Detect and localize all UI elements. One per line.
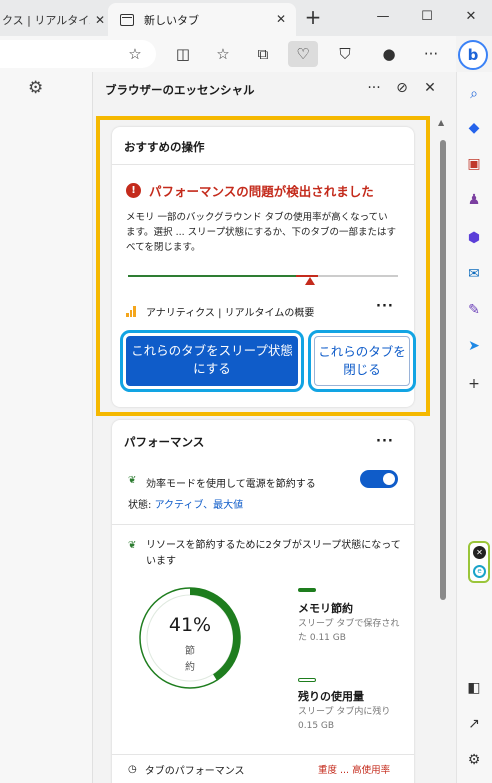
efficiency-status: 状態: アクティブ、最大値	[128, 496, 243, 511]
games-icon[interactable]: ♟	[464, 190, 484, 210]
status-value-link[interactable]: アクティブ、最大値	[155, 500, 244, 511]
remaining-usage-title: 残りの使用量	[298, 690, 364, 703]
new-tab-button[interactable]: +	[301, 6, 325, 30]
tab-performance-label: タブのパフォーマンス	[144, 766, 245, 777]
panel-more-icon[interactable]: ···	[365, 80, 383, 96]
telegram-send-icon[interactable]: ➤	[464, 336, 484, 356]
donut-svg	[139, 587, 241, 689]
sleeping-tabs-info: リソースを節約するために2タブがスリープ状態になっています	[146, 540, 401, 567]
panel-scrollbar[interactable]	[440, 140, 446, 600]
memory-saved-legend-swatch	[298, 588, 316, 592]
search-icon[interactable]: ⌕	[464, 84, 484, 104]
tools-toolbox-icon[interactable]: ▣	[464, 154, 484, 174]
panel-close-icon[interactable]: ✕	[421, 80, 439, 96]
divider	[112, 524, 414, 525]
panel-title: ブラウザーのエッセンシャル	[105, 83, 255, 97]
page-settings-gear-icon[interactable]: ⚙	[28, 78, 43, 98]
donut-label-1: 節	[185, 646, 195, 657]
new-tab-page-icon	[120, 13, 134, 26]
sleep-tabs-button[interactable]: これらのタブをスリープ状態にする	[126, 336, 298, 386]
memory-donut-chart: 41% 節 約	[134, 582, 246, 694]
status-prefix: 状態:	[128, 500, 155, 511]
microsoft-365-icon[interactable]: ⬢	[464, 228, 484, 248]
minimize-button[interactable]: —	[368, 6, 398, 28]
collections-icon[interactable]: ⧉	[252, 43, 274, 65]
efficiency-leaf-icon: ❦	[128, 475, 137, 486]
performance-title: パフォーマンス	[124, 435, 205, 449]
gauge-icon: ◷	[128, 764, 137, 775]
remaining-legend-swatch	[298, 678, 316, 682]
tab-close-icon[interactable]: ✕	[274, 12, 288, 26]
memory-saved-title: メモリ節約	[298, 602, 353, 615]
outlook-icon[interactable]: ✉	[464, 264, 484, 284]
window-close-button[interactable]: ✕	[456, 6, 486, 28]
page-content	[0, 72, 92, 783]
close-tabs-button[interactable]: これらのタブを閉じる	[314, 336, 410, 386]
toolbar: ☆ ◫ ☆ ⧉ ♡ ⛉ ● ···	[0, 36, 456, 72]
tab-performance-severity: 重度 ... 高使用率	[318, 765, 391, 776]
drop-icon[interactable]: ✎	[464, 300, 484, 320]
favorites-icon[interactable]: ☆	[212, 43, 234, 65]
split-view-icon[interactable]: ◧	[464, 678, 484, 698]
scroll-up-arrow-icon[interactable]: ▲	[438, 118, 444, 127]
shopping-tag-icon[interactable]: ◆	[464, 118, 484, 138]
right-sidebar: ⌕ ◆ ▣ ♟ ⬢ ✉ ✎ ➤ + ◧ ↗ ⚙	[456, 72, 492, 783]
performance-more-icon[interactable]: ···	[376, 434, 394, 449]
add-sidebar-app-icon[interactable]: +	[464, 374, 484, 394]
browser-essentials-icon[interactable]: ♡	[288, 41, 318, 67]
efficiency-mode-label: 効率モードを使用して電源を節約する	[146, 479, 316, 490]
sleeping-tabs-leaf-icon: ❦	[128, 540, 137, 551]
security-shield-icon[interactable]: ⛉	[334, 43, 356, 65]
floating-extension-widget[interactable]: ✕ e	[468, 541, 490, 583]
settings-more-icon[interactable]: ···	[420, 43, 442, 65]
donut-percent: 41%	[168, 614, 212, 636]
divider	[112, 754, 414, 755]
tab-title: クス | リアルタイムの	[2, 14, 90, 27]
favorite-star-icon[interactable]: ☆	[124, 43, 146, 65]
sidebar-settings-gear-icon[interactable]: ⚙	[464, 750, 484, 770]
panel-pin-icon[interactable]: ⊘	[393, 80, 411, 96]
donut-label-2: 約	[185, 662, 195, 673]
tab-new-tab[interactable]: 新しいタブ ✕	[108, 3, 296, 36]
tab-analytics[interactable]: クス | リアルタイムの ✕	[0, 4, 107, 36]
tab-performance-row[interactable]: ◷ タブのパフォーマンス	[128, 762, 245, 777]
tab-strip: クス | リアルタイムの ✕ 新しいタブ ✕ + — ☐ ✕	[0, 0, 492, 36]
memory-saved-desc: スリープ タブで保存された 0.11 GB	[298, 619, 400, 643]
remaining-usage-desc: スリープ タブ内に残り 0.15 GB	[298, 707, 391, 731]
copilot-bing-icon[interactable]: b	[458, 40, 488, 70]
tab-title: 新しいタブ	[144, 13, 199, 27]
open-external-icon[interactable]: ↗	[464, 714, 484, 734]
profile-avatar-icon[interactable]: ●	[378, 43, 400, 65]
performance-card: パフォーマンス ··· ❦ 効率モードを使用して電源を節約する 状態: アクティ…	[112, 420, 414, 783]
tab-close-icon[interactable]: ✕	[93, 13, 107, 27]
split-screen-icon[interactable]: ◫	[172, 43, 194, 65]
widget-edge-icon[interactable]: e	[473, 565, 486, 578]
maximize-button[interactable]: ☐	[412, 6, 442, 28]
widget-close-icon[interactable]: ✕	[473, 546, 486, 559]
efficiency-mode-toggle[interactable]	[360, 470, 398, 488]
